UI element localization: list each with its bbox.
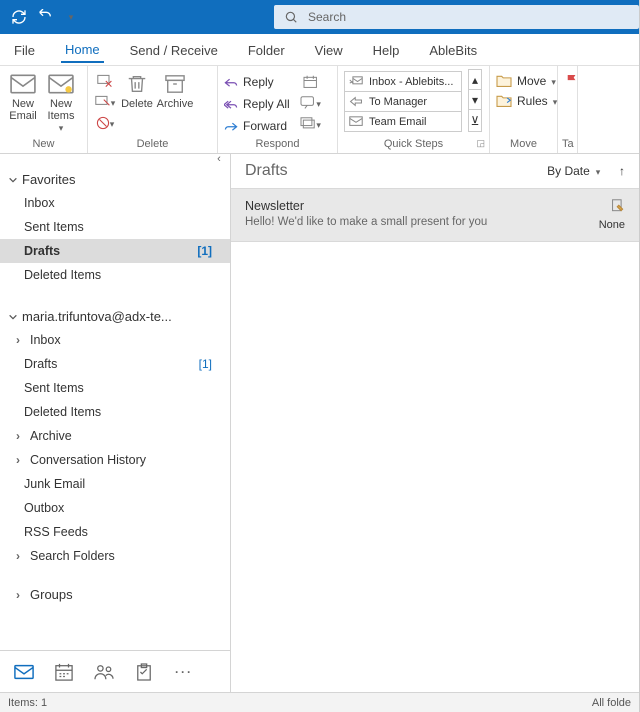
expand-icon (16, 588, 28, 602)
ribbon-tabs: File Home Send / Receive Folder View Hel… (0, 34, 639, 66)
tab-view[interactable]: View (311, 37, 347, 62)
nav-switcher: ··· (0, 650, 230, 692)
new-email-button[interactable]: New Email (6, 70, 40, 122)
folder-title: Drafts (245, 162, 288, 180)
tab-file[interactable]: File (10, 37, 39, 62)
sort-button[interactable]: By Date ↑ (547, 164, 625, 178)
qs-scroll-down[interactable]: ▾ (469, 90, 481, 110)
fav-sent-items[interactable]: Sent Items (0, 215, 230, 239)
fav-drafts[interactable]: Drafts[1] (0, 239, 230, 263)
expand-icon (16, 333, 28, 347)
flag-icon[interactable] (566, 74, 578, 91)
sync-icon[interactable] (10, 8, 28, 26)
acct-conversation-history[interactable]: Conversation History (0, 448, 230, 472)
group-respond-label: Respond (224, 136, 331, 153)
tab-ablebits[interactable]: AbleBits (425, 37, 481, 62)
message-subject: Newsletter (245, 199, 487, 213)
delete-button[interactable]: Delete (120, 70, 154, 110)
acct-inbox[interactable]: Inbox (0, 328, 230, 352)
cleanup-icon[interactable] (94, 93, 116, 111)
search-input[interactable]: Search (274, 5, 639, 29)
acct-sent-items[interactable]: Sent Items (0, 376, 230, 400)
acct-junk-email[interactable]: Junk Email (0, 472, 230, 496)
im-icon[interactable] (300, 94, 322, 112)
calendar-view-icon[interactable] (54, 662, 74, 682)
archive-button[interactable]: Archive (158, 70, 192, 110)
fav-deleted-items[interactable]: Deleted Items (0, 263, 230, 287)
people-view-icon[interactable] (94, 662, 114, 682)
ribbon: New Email New Items New Delete Archive (0, 66, 639, 154)
draft-edit-icon (611, 199, 625, 216)
junk-icon[interactable] (94, 114, 116, 132)
acct-drafts[interactable]: Drafts[1] (0, 352, 230, 376)
tab-help[interactable]: Help (369, 37, 404, 62)
message-preview: Hello! We'd like to make a small present… (245, 216, 487, 228)
ignore-icon[interactable] (94, 72, 116, 90)
tasks-view-icon[interactable] (134, 662, 154, 682)
tab-home[interactable]: Home (61, 36, 104, 63)
more-respond-icon[interactable] (300, 115, 322, 133)
tab-send-receive[interactable]: Send / Receive (126, 37, 222, 62)
group-tags-label: Ta (562, 136, 577, 153)
acct-deleted-items[interactable]: Deleted Items (0, 400, 230, 424)
qs-scroll-up[interactable]: ▴ (469, 70, 481, 90)
status-filter: All folde (592, 697, 631, 709)
account-header[interactable]: maria.trifuntova@adx-te... (0, 305, 230, 328)
qs-expand[interactable]: ⊻ (469, 110, 481, 131)
reply-button[interactable]: Reply (224, 72, 290, 92)
more-views-icon[interactable]: ··· (174, 662, 194, 682)
fav-inbox[interactable]: Inbox (0, 191, 230, 215)
trash-icon (123, 72, 151, 96)
favorites-header[interactable]: Favorites (0, 168, 230, 191)
forward-button[interactable]: Forward (224, 116, 290, 136)
chevron-down-icon (59, 122, 64, 134)
mail-view-icon[interactable] (14, 662, 34, 682)
search-placeholder: Search (308, 10, 346, 24)
acct-archive[interactable]: Archive (0, 424, 230, 448)
meeting-icon[interactable] (300, 73, 322, 91)
status-items: Items: 1 (8, 697, 47, 709)
titlebar: Search (0, 0, 639, 34)
qat-dropdown-icon[interactable] (62, 8, 80, 26)
group-new-label: New (6, 136, 81, 153)
group-qs-label: Quick Steps (344, 136, 483, 153)
message-date: None (599, 219, 625, 231)
acct-search-folders[interactable]: Search Folders (0, 544, 230, 568)
group-move-label: Move (496, 136, 551, 153)
acct-outbox[interactable]: Outbox (0, 496, 230, 520)
status-bar: Items: 1 All folde (0, 692, 639, 712)
collapse-nav-icon[interactable]: ‹ (208, 153, 230, 167)
folder-pane: ‹ Favorites Inbox Sent Items Drafts[1] D… (0, 154, 231, 692)
acct-rss-feeds[interactable]: RSS Feeds (0, 520, 230, 544)
groups-header[interactable]: Groups (0, 582, 230, 606)
expand-icon (16, 549, 28, 563)
archive-icon (161, 72, 189, 96)
main-body: ‹ Favorites Inbox Sent Items Drafts[1] D… (0, 154, 639, 692)
reply-all-button[interactable]: Reply All (224, 94, 290, 114)
envelope-star-icon (47, 72, 75, 96)
message-list-pane: Drafts By Date ↑ Newsletter Hello! We'd … (231, 154, 639, 692)
sort-arrow-icon: ↑ (619, 164, 625, 178)
undo-icon[interactable] (36, 8, 54, 26)
expand-icon (16, 453, 28, 467)
tab-folder[interactable]: Folder (244, 37, 289, 62)
new-items-button[interactable]: New Items (44, 70, 78, 134)
chevron-down-icon (596, 164, 601, 178)
qs-inbox-ablebits[interactable]: Inbox - Ablebits... (344, 71, 462, 92)
qs-team-email[interactable]: Team Email (344, 111, 462, 132)
expand-icon (16, 429, 28, 443)
rules-button[interactable]: Rules (496, 94, 557, 108)
group-delete-label: Delete (94, 136, 211, 153)
move-button[interactable]: Move (496, 74, 557, 88)
envelope-icon (9, 72, 37, 96)
message-item[interactable]: Newsletter Hello! We'd like to make a sm… (231, 188, 639, 242)
qs-to-manager[interactable]: To Manager (344, 91, 462, 112)
qs-dialog-launcher[interactable]: ◲ (476, 138, 485, 149)
